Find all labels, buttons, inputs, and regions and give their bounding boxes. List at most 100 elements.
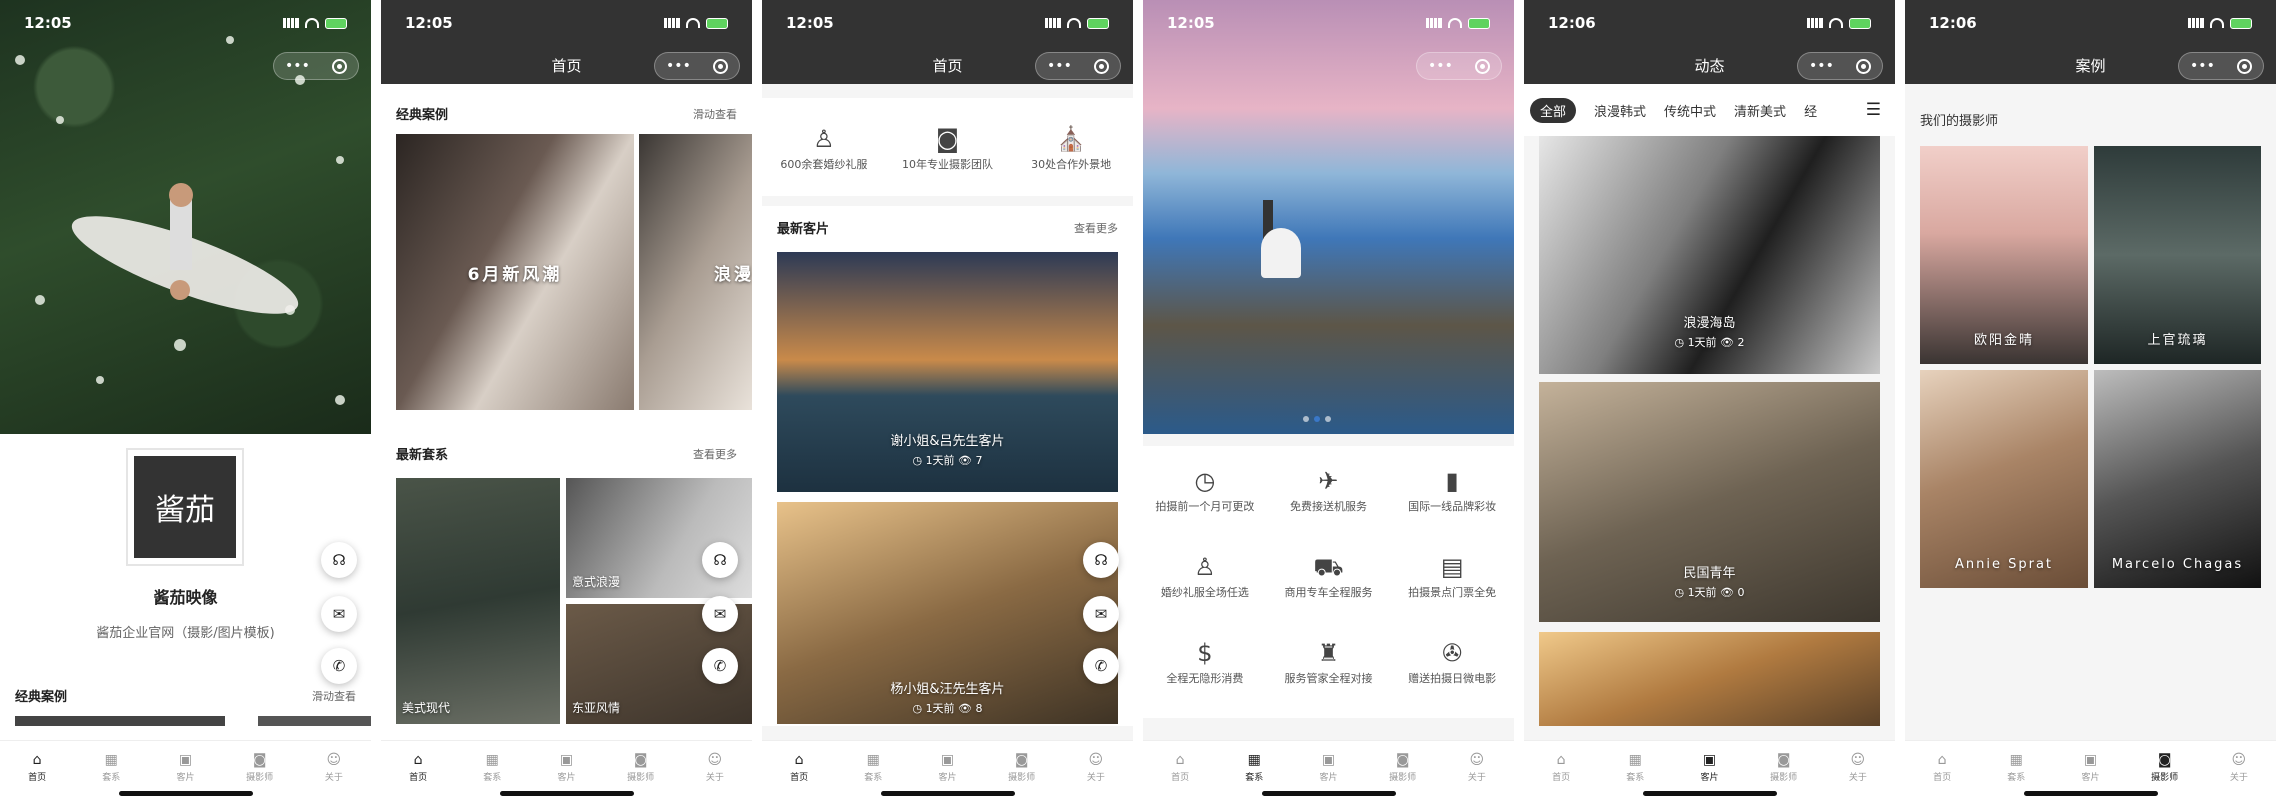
client-photo-card[interactable]: 谢小姐&吕先生客片 ◷ 1天前 👁 7 — [777, 252, 1118, 492]
photo-icon: ▣ — [178, 752, 193, 768]
plane-icon: ✈ — [1318, 467, 1339, 495]
close-target-icon[interactable] — [2236, 58, 2252, 74]
tab-about[interactable]: ☺ 关于 — [2214, 753, 2264, 784]
close-target-icon[interactable] — [712, 58, 728, 74]
tab-photographers[interactable]: ◙ 摄影师 — [616, 753, 666, 784]
tab-about[interactable]: ☺ 关于 — [309, 752, 359, 784]
tab-photos[interactable]: ▣ 客片 — [160, 752, 210, 784]
service-item[interactable]: ⛟ 商用专车全程服务 — [1268, 550, 1388, 600]
mini-program-capsule[interactable]: ••• — [1416, 52, 1502, 80]
tab-home[interactable]: ⌂ 首页 — [1536, 753, 1586, 784]
tab-photos[interactable]: ▣ 客片 — [2065, 753, 2115, 784]
more-link[interactable]: 查看更多 — [1074, 220, 1118, 236]
feature-item: ◙ 10年专业摄影团队 — [887, 122, 1007, 172]
tab-photographers[interactable]: ◙ 摄影师 — [235, 753, 285, 784]
tab-packages[interactable]: ▦ 套系 — [848, 753, 898, 784]
page-title: 首页 — [932, 56, 963, 75]
chip-american[interactable]: 清新美式 — [1734, 101, 1786, 120]
chip-more[interactable]: 经 — [1804, 101, 1817, 120]
more-dots-icon[interactable]: ••• — [666, 58, 691, 74]
tab-packages[interactable]: ▦ 套系 — [1610, 753, 1660, 784]
close-target-icon[interactable] — [1474, 58, 1490, 74]
service-item[interactable]: ♜ 服务管家全程对接 — [1268, 636, 1388, 686]
package-card-title: 美式现代 — [402, 701, 451, 715]
more-dots-icon[interactable]: ••• — [2190, 58, 2215, 74]
service-item[interactable]: ◷ 拍摄前一个月可更改 — [1145, 464, 1265, 514]
chip-korean[interactable]: 浪漫韩式 — [1594, 101, 1646, 120]
tab-about[interactable]: ☺ 关于 — [1833, 753, 1883, 784]
tab-home[interactable]: ⌂ 首页 — [393, 753, 443, 784]
feed-card[interactable]: 浪漫海岛 ◷ 1天前 👁 2 — [1539, 136, 1880, 374]
chat-icon[interactable]: ✉ — [1083, 596, 1119, 632]
tab-photographers[interactable]: ◙ 摄影师 — [2140, 753, 2190, 784]
feed-card[interactable] — [1539, 632, 1880, 726]
mini-program-capsule[interactable]: ••• — [654, 52, 740, 80]
tab-packages[interactable]: ▦ 套系 — [86, 753, 136, 784]
photographer-card[interactable]: 欧阳金晴 — [1920, 146, 2088, 364]
chip-chinese[interactable]: 传统中式 — [1664, 101, 1716, 120]
tab-about[interactable]: ☺ 关于 — [690, 753, 740, 784]
tab-home[interactable]: ⌂ 首页 — [1155, 753, 1205, 784]
feed-card[interactable]: 民国青年 ◷ 1天前 👁 0 — [1539, 382, 1880, 622]
tab-home[interactable]: ⌂ 首页 — [1917, 753, 1967, 784]
phone-service-icon[interactable]: ☊ — [702, 542, 738, 578]
scroll-hint-link[interactable]: 滑动查看 — [312, 688, 356, 704]
client-photo-card[interactable]: 杨小姐&汪先生客片 ◷ 1天前 👁 8 — [777, 502, 1118, 724]
scroll-hint-link[interactable]: 滑动查看 — [693, 106, 737, 122]
call-icon[interactable]: ✆ — [1083, 648, 1119, 684]
tab-packages[interactable]: ▦ 套系 — [467, 753, 517, 784]
mini-program-capsule[interactable]: ••• — [273, 52, 359, 80]
user-icon: ☺ — [326, 752, 342, 768]
close-target-icon[interactable] — [331, 58, 347, 74]
tab-photos[interactable]: ▣ 客片 — [1303, 753, 1353, 784]
case-thumb[interactable] — [258, 716, 371, 726]
service-item[interactable]: ▮ 国际一线品牌彩妆 — [1392, 464, 1512, 514]
call-icon[interactable]: ✆ — [702, 648, 738, 684]
more-dots-icon[interactable]: ••• — [285, 58, 310, 74]
case-card[interactable]: 浪漫 — [639, 134, 752, 410]
tab-photographers[interactable]: ◙ 摄影师 — [1378, 753, 1428, 784]
tab-photographers[interactable]: ◙ 摄影师 — [997, 753, 1047, 784]
service-item[interactable]: $ 全程无隐形消费 — [1145, 636, 1265, 686]
tab-packages[interactable]: ▦ 套系 — [1229, 753, 1279, 784]
more-dots-icon[interactable]: ••• — [1428, 58, 1453, 74]
package-card[interactable]: 美式现代 — [396, 478, 560, 724]
photographer-card[interactable]: Marcelo Chagas — [2094, 370, 2261, 588]
filter-icon[interactable]: ☰ — [1859, 100, 1881, 120]
tab-photos[interactable]: ▣ 客片 — [1684, 753, 1734, 784]
mini-program-capsule[interactable]: ••• — [1797, 52, 1883, 80]
close-target-icon[interactable] — [1855, 58, 1871, 74]
chip-all[interactable]: 全部 — [1530, 98, 1577, 123]
service-item[interactable]: ✈ 免费接送机服务 — [1268, 464, 1388, 514]
phone-service-icon[interactable]: ☊ — [321, 542, 357, 578]
tab-photos[interactable]: ▣ 客片 — [541, 753, 591, 784]
close-target-icon[interactable] — [1093, 58, 1109, 74]
phone-service-icon[interactable]: ☊ — [1083, 542, 1119, 578]
tab-photographers[interactable]: ◙ 摄影师 — [1759, 753, 1809, 784]
tab-home[interactable]: ⌂ 首页 — [774, 753, 824, 784]
tab-about[interactable]: ☺ 关于 — [1071, 753, 1121, 784]
call-icon[interactable]: ✆ — [321, 648, 357, 684]
battery-icon — [706, 17, 728, 29]
chat-icon[interactable]: ✉ — [321, 596, 357, 632]
card-meta: ◷ 1天前 👁 0 — [1674, 586, 1745, 599]
more-dots-icon[interactable]: ••• — [1047, 58, 1072, 74]
mini-program-capsule[interactable]: ••• — [1035, 52, 1121, 80]
nav-bar: 动态 ••• — [1524, 46, 1895, 84]
tab-about[interactable]: ☺ 关于 — [1452, 753, 1502, 784]
photographer-card[interactable]: Annie Sprat — [1920, 370, 2088, 588]
package-card[interactable]: 意式浪漫 — [566, 478, 752, 598]
mini-program-capsule[interactable]: ••• — [2178, 52, 2264, 80]
service-item[interactable]: ♙ 婚纱礼服全场任选 — [1145, 550, 1265, 600]
photographer-card[interactable]: 上官琉璃 — [2094, 146, 2261, 364]
tab-home[interactable]: ⌂ 首页 — [12, 753, 62, 784]
case-thumb[interactable] — [15, 716, 225, 726]
tab-photos[interactable]: ▣ 客片 — [922, 753, 972, 784]
service-item[interactable]: ✇ 赠送拍摄日微电影 — [1392, 636, 1512, 686]
more-link[interactable]: 查看更多 — [693, 446, 737, 462]
service-item[interactable]: ▤ 拍摄景点门票全免 — [1392, 550, 1512, 600]
case-card[interactable]: 6月新风潮 — [396, 134, 634, 410]
more-dots-icon[interactable]: ••• — [1809, 58, 1834, 74]
chat-icon[interactable]: ✉ — [702, 596, 738, 632]
tab-packages[interactable]: ▦ 套系 — [1991, 753, 2041, 784]
